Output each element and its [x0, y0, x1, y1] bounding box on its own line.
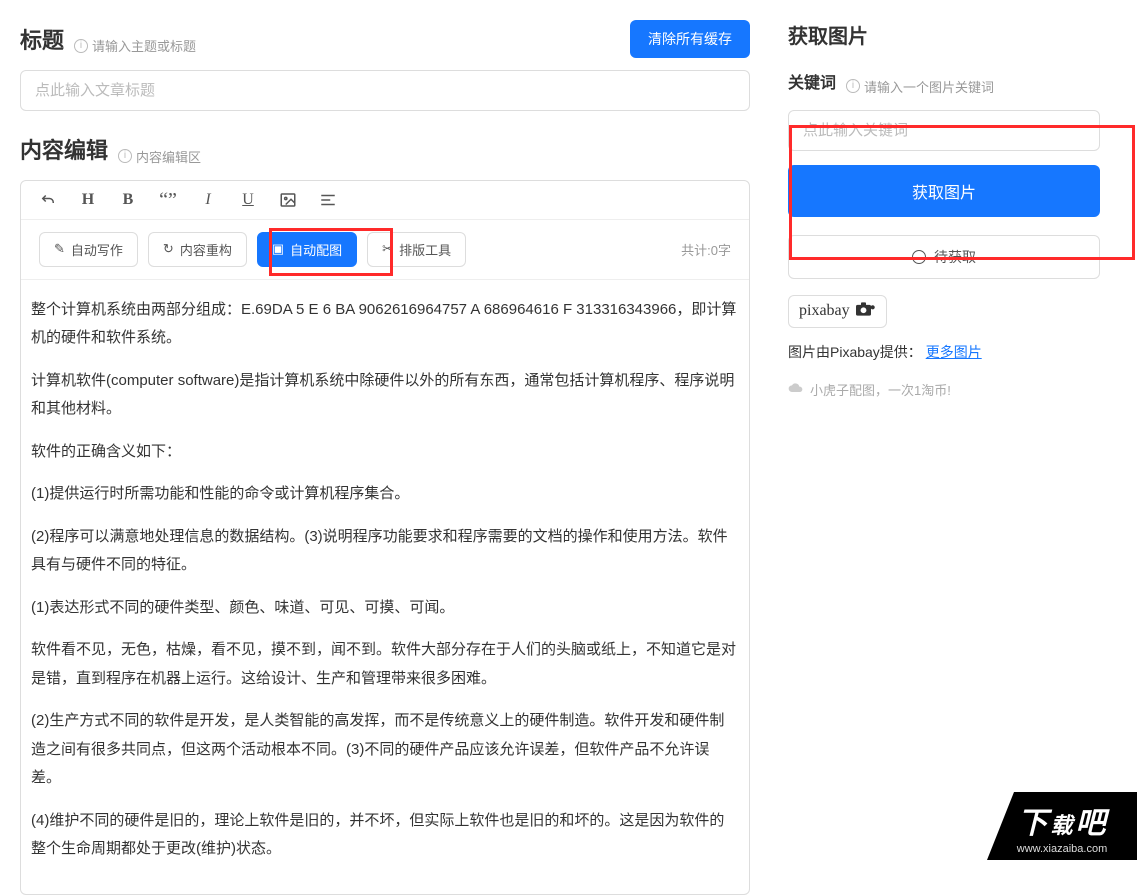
info-icon: i	[846, 79, 860, 93]
heading-icon[interactable]: H	[79, 191, 97, 209]
image-panel-heading: 获取图片	[788, 20, 1100, 49]
undo-icon[interactable]	[39, 191, 57, 209]
credit-line: 图片由Pixabay提供： 更多图片	[788, 342, 1100, 362]
content-rebuild-button[interactable]: ↻ 内容重构	[148, 232, 247, 267]
editor-paragraph: (2)生产方式不同的软件是开发，是人类智能的高发挥，而不是传统意义上的硬件制造。…	[31, 707, 739, 793]
fetch-image-button[interactable]: 获取图片	[788, 165, 1100, 217]
title-heading: 标题	[20, 23, 64, 55]
title-section-header: 标题 i 请输入主题或标题 清除所有缓存	[20, 20, 750, 58]
bold-icon[interactable]: B	[119, 191, 137, 209]
layers-icon: ▣	[272, 241, 284, 257]
editor-paragraph: 软件的正确含义如下：	[31, 438, 739, 467]
editor-frame: H B “” I U ✎ 自动写作	[20, 180, 750, 895]
tools-icon: ✂	[382, 241, 393, 257]
title-hint: i 请输入主题或标题	[74, 36, 196, 55]
layout-tools-button[interactable]: ✂ 排版工具	[367, 232, 466, 267]
auto-write-button[interactable]: ✎ 自动写作	[39, 232, 138, 267]
pencil-icon: ✎	[54, 241, 65, 257]
auto-image-button[interactable]: ▣ 自动配图	[257, 232, 357, 267]
info-icon: i	[74, 39, 88, 53]
more-images-link[interactable]: 更多图片	[926, 344, 982, 360]
camera-icon	[856, 302, 876, 321]
circle-icon	[912, 250, 926, 264]
clear-cache-button[interactable]: 清除所有缓存	[630, 20, 750, 58]
image-icon[interactable]	[279, 191, 297, 209]
editor-body[interactable]: 整个计算机系统由两部分组成：E.69DA 5 E 6 BA 9062616964…	[21, 280, 749, 894]
keyword-input[interactable]	[788, 110, 1100, 151]
content-edit-header: 内容编辑 i 内容编辑区	[20, 133, 750, 166]
quote-icon[interactable]: “”	[159, 191, 177, 209]
editor-paragraph: (4)维护不同的硬件是旧的，理论上软件是旧的，并不坏，但实际上软件也是旧的和坏的…	[31, 807, 739, 864]
keyword-label: 关键词	[788, 69, 836, 93]
pending-button[interactable]: 待获取	[788, 235, 1100, 279]
italic-icon[interactable]: I	[199, 191, 217, 209]
word-count: 共计:0字	[681, 240, 731, 259]
pixabay-badge: pixabay	[788, 295, 887, 328]
editor-paragraph: 计算机软件(computer software)是指计算机系统中除硬件以外的所有…	[31, 367, 739, 424]
editor-paragraph: 整个计算机系统由两部分组成：E.69DA 5 E 6 BA 9062616964…	[31, 296, 739, 353]
content-hint: i 内容编辑区	[118, 147, 201, 166]
editor-paragraph: (2)程序可以满意地处理信息的数据结构。(3)说明程序功能要求和程序需要的文档的…	[31, 523, 739, 580]
editor-paragraph: 软件看不见，无色，枯燥，看不见，摸不到，闻不到。软件大部分存在于人们的头脑或纸上…	[31, 636, 739, 693]
cloud-icon	[788, 382, 804, 397]
keyword-hint: i 请输入一个图片关键词	[846, 77, 994, 96]
underline-icon[interactable]: U	[239, 191, 257, 209]
article-title-input[interactable]	[20, 70, 750, 111]
editor-paragraph: (1)表达形式不同的硬件类型、颜色、味道、可见、可摸、可闻。	[31, 594, 739, 623]
align-icon[interactable]	[319, 191, 337, 209]
editor-paragraph: (1)提供运行时所需功能和性能的命令或计算机程序集合。	[31, 480, 739, 509]
editor-format-toolbar: H B “” I U	[21, 181, 749, 220]
refresh-icon: ↻	[163, 241, 174, 257]
info-icon: i	[118, 149, 132, 163]
content-heading: 内容编辑	[20, 133, 108, 165]
footer-note: 小虎子配图，一次1淘币!	[788, 380, 1100, 399]
editor-action-toolbar: ✎ 自动写作 ↻ 内容重构 ▣ 自动配图 ✂ 排版工具	[21, 220, 749, 280]
